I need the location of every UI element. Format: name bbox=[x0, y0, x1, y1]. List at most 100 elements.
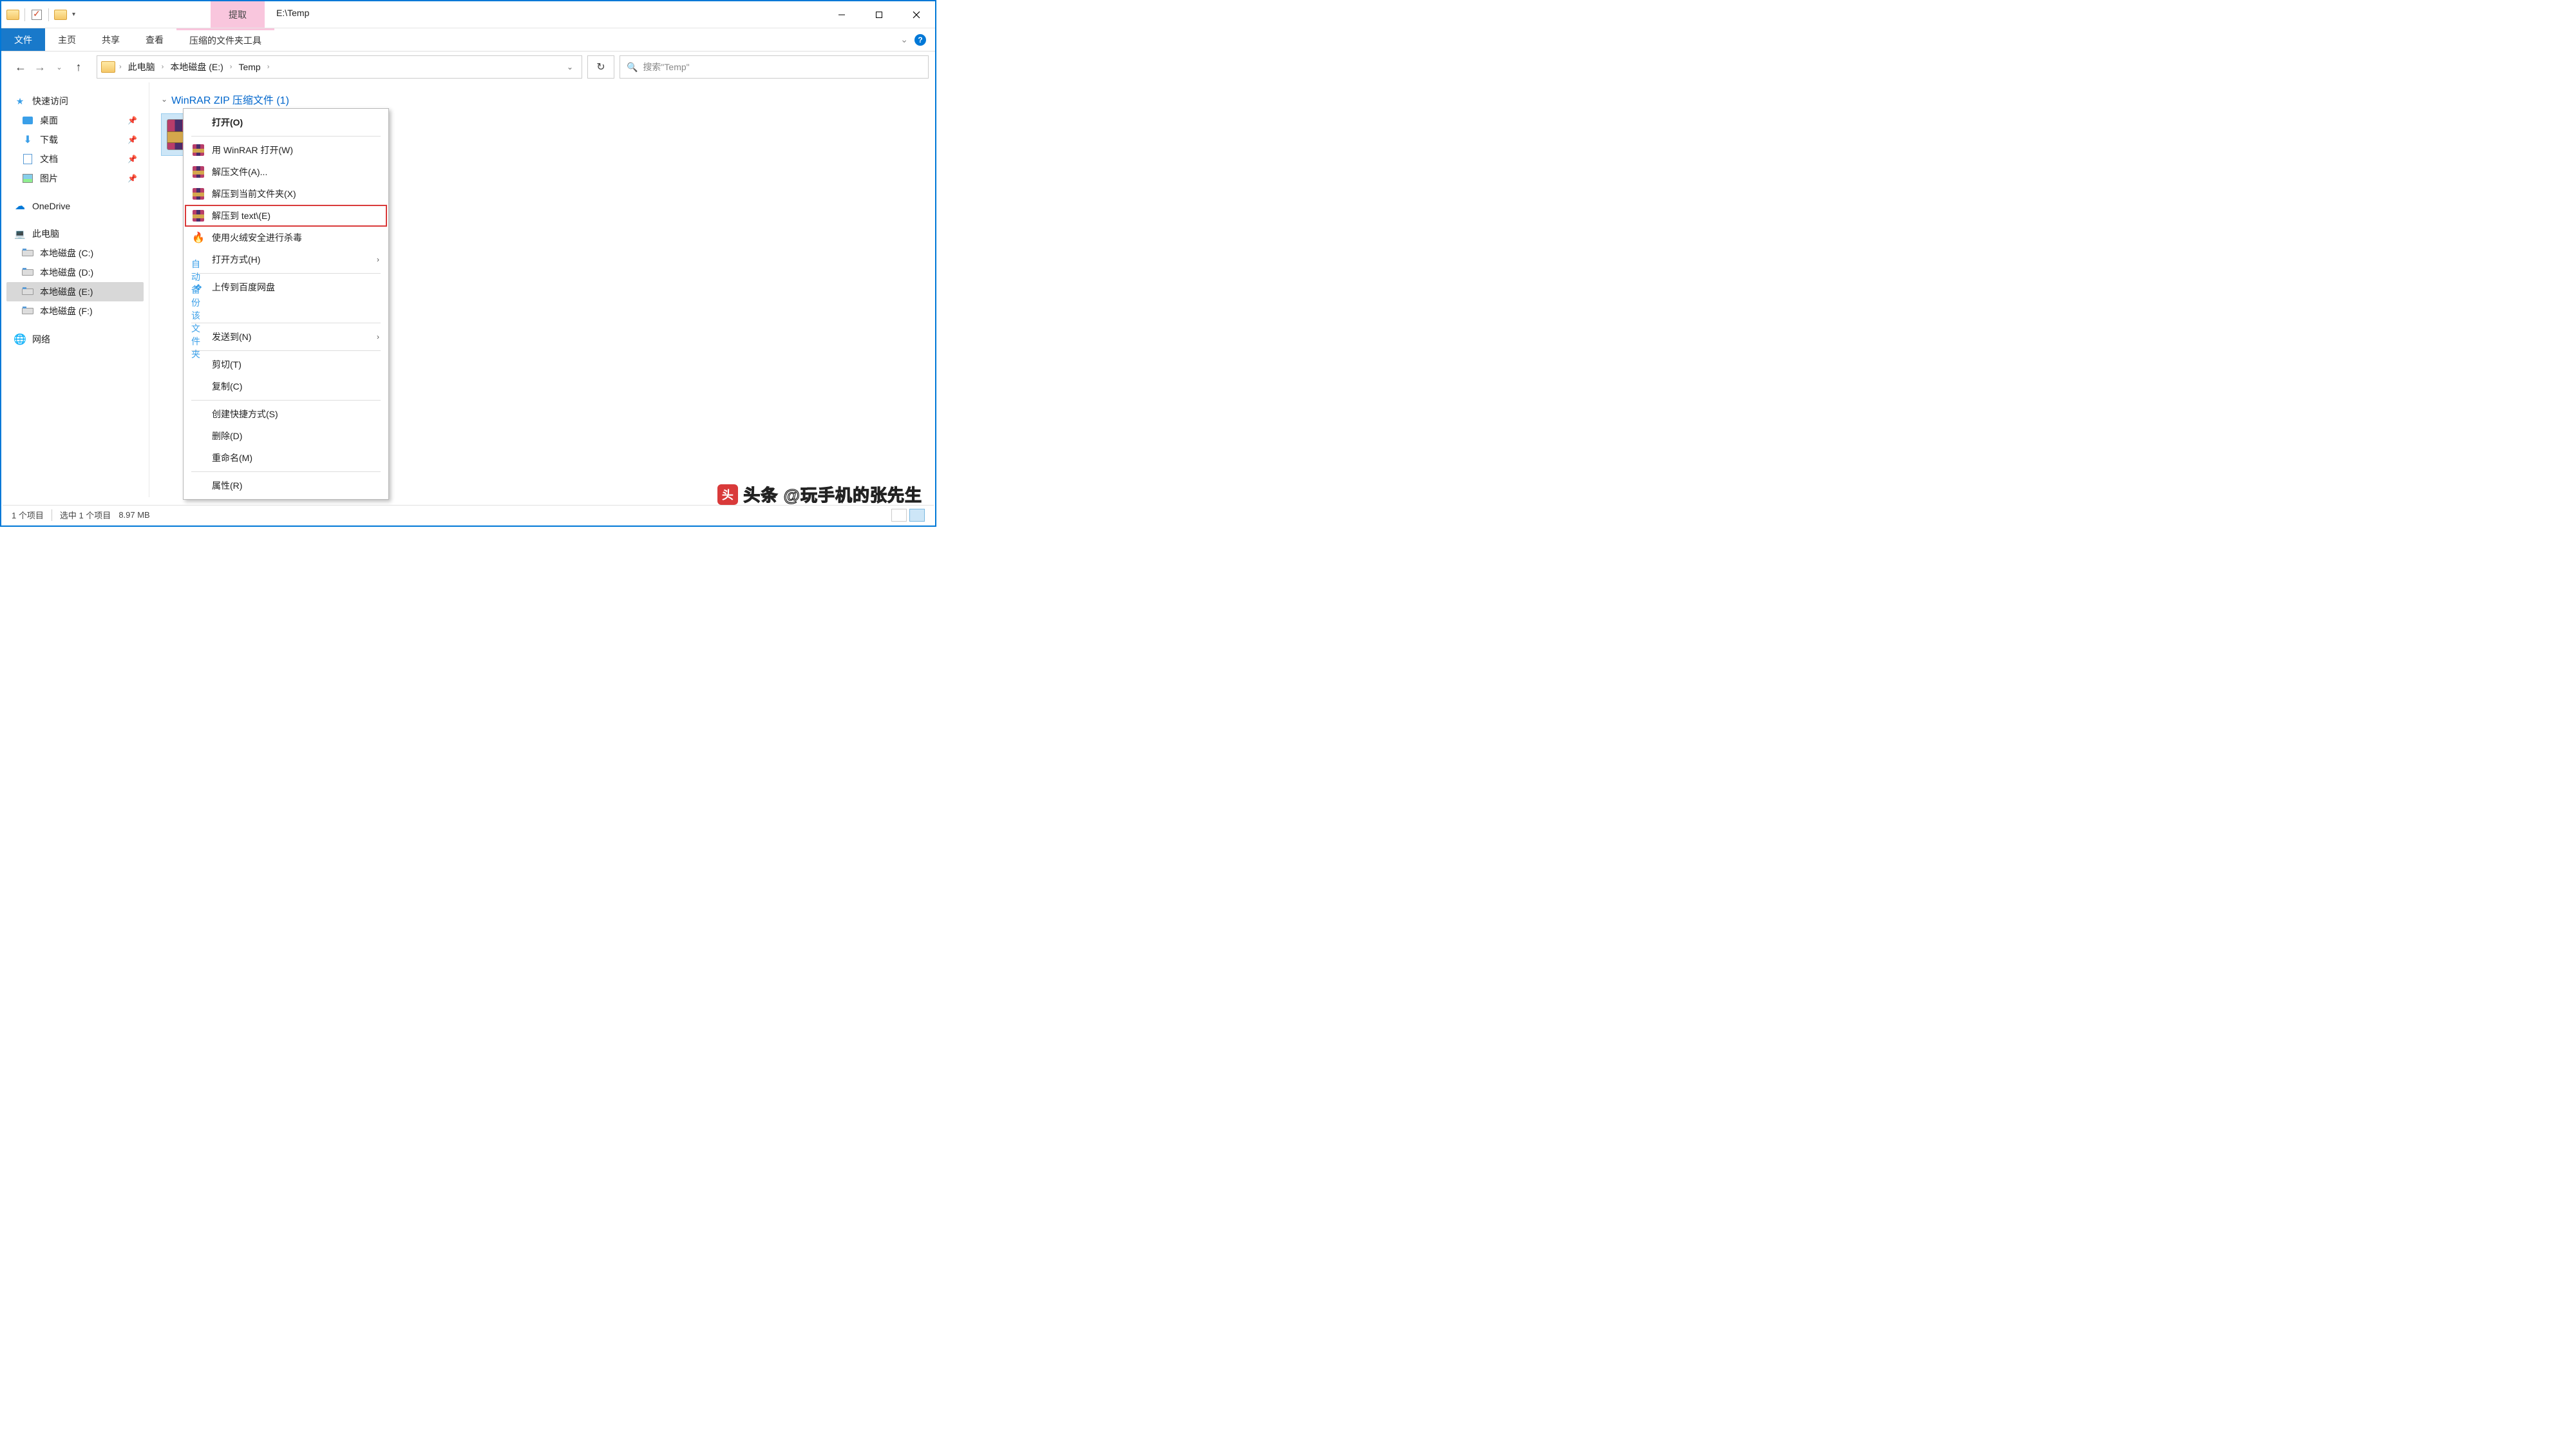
properties-checkbox-icon[interactable] bbox=[29, 7, 44, 23]
history-dropdown-icon[interactable]: ⌄ bbox=[52, 59, 67, 75]
context-menu: 打开(O) 用 WinRAR 打开(W) 解压文件(A)... 解压到当前文件夹… bbox=[183, 108, 389, 500]
sidebar-pictures[interactable]: 图片📌 bbox=[6, 169, 144, 188]
menu-upload-baidu[interactable]: ❖上传到百度网盘 bbox=[185, 276, 387, 298]
maximize-button[interactable] bbox=[860, 1, 898, 28]
menu-extract-files[interactable]: 解压文件(A)... bbox=[185, 161, 387, 183]
cloud-icon: ☁ bbox=[14, 200, 26, 212]
menu-label: 剪切(T) bbox=[212, 358, 242, 371]
help-icon[interactable]: ? bbox=[914, 34, 926, 46]
view-details-button[interactable] bbox=[891, 509, 907, 522]
sidebar-item-label: 网络 bbox=[32, 333, 50, 346]
sidebar-drive-e[interactable]: 本地磁盘 (E:) bbox=[6, 282, 144, 301]
document-icon bbox=[22, 153, 33, 165]
sidebar-onedrive[interactable]: ☁ OneDrive bbox=[6, 197, 144, 215]
separator bbox=[24, 8, 25, 21]
group-header-label: WinRAR ZIP 压缩文件 (1) bbox=[171, 91, 289, 107]
menu-huorong-scan[interactable]: 🔥使用火绒安全进行杀毒 bbox=[185, 227, 387, 249]
watermark-text: 头条 @玩手机的张先生 bbox=[743, 482, 922, 506]
sidebar-desktop[interactable]: 桌面📌 bbox=[6, 111, 144, 130]
menu-label: 创建快捷方式(S) bbox=[212, 408, 278, 421]
menu-label: 复制(C) bbox=[212, 380, 242, 393]
drive-icon bbox=[22, 286, 33, 298]
drive-icon bbox=[22, 247, 33, 259]
menu-rename[interactable]: 重命名(M) bbox=[185, 447, 387, 469]
navigation-pane: ★ 快速访问 桌面📌 ⬇下载📌 文档📌 图片📌 ☁ OneDrive 💻此电脑 本地… bbox=[1, 82, 149, 497]
back-button[interactable]: ← bbox=[13, 59, 28, 75]
view-large-icons-button[interactable] bbox=[909, 509, 925, 522]
chevron-right-icon[interactable]: › bbox=[119, 63, 122, 71]
close-button[interactable] bbox=[898, 1, 935, 28]
menu-label: 属性(R) bbox=[212, 479, 242, 492]
expand-ribbon-icon[interactable]: ⌄ bbox=[900, 34, 908, 45]
menu-delete[interactable]: 删除(D) bbox=[185, 425, 387, 447]
chevron-right-icon: › bbox=[377, 332, 379, 341]
menu-open-winrar[interactable]: 用 WinRAR 打开(W) bbox=[185, 139, 387, 161]
menu-label: 解压到 text\(E) bbox=[212, 209, 270, 222]
sidebar-downloads[interactable]: ⬇下载📌 bbox=[6, 130, 144, 149]
breadcrumb-drive[interactable]: 本地磁盘 (E:) bbox=[166, 58, 227, 76]
sidebar-network[interactable]: 🌐网络 bbox=[6, 330, 144, 349]
status-bar: 1 个项目 选中 1 个项目 8.97 MB bbox=[3, 505, 934, 524]
tab-share[interactable]: 共享 bbox=[89, 28, 133, 51]
chevron-down-icon: ⌄ bbox=[161, 95, 167, 104]
chevron-right-icon[interactable]: › bbox=[162, 63, 164, 71]
window-controls bbox=[823, 1, 935, 28]
sidebar-item-label: OneDrive bbox=[32, 201, 70, 211]
sidebar-quick-access[interactable]: ★ 快速访问 bbox=[6, 91, 144, 111]
refresh-button[interactable]: ↻ bbox=[587, 55, 614, 79]
qat-dropdown-icon[interactable]: ▾ bbox=[70, 11, 78, 18]
star-icon: ★ bbox=[14, 95, 26, 107]
breadcrumb-pc[interactable]: 此电脑 bbox=[124, 58, 159, 76]
chevron-right-icon[interactable]: › bbox=[230, 63, 232, 71]
forward-button[interactable]: → bbox=[32, 59, 48, 75]
sidebar-this-pc[interactable]: 💻此电脑 bbox=[6, 224, 144, 243]
content-pane: ⌄ WinRAR ZIP 压缩文件 (1) text.zip WinRAR ZI… bbox=[149, 82, 935, 497]
menu-label: 打开(O) bbox=[212, 116, 243, 129]
tab-file[interactable]: 文件 bbox=[1, 28, 45, 51]
status-selected: 选中 1 个项目 bbox=[60, 509, 111, 521]
breadcrumb-folder[interactable]: Temp bbox=[234, 59, 264, 75]
menu-properties[interactable]: 属性(R) bbox=[185, 475, 387, 497]
sidebar-item-label: 本地磁盘 (C:) bbox=[40, 247, 93, 260]
extract-contextual-tab[interactable]: 提取 bbox=[211, 1, 265, 28]
tab-home[interactable]: 主页 bbox=[45, 28, 89, 51]
chevron-right-icon[interactable]: › bbox=[267, 63, 270, 71]
menu-label: 用 WinRAR 打开(W) bbox=[212, 144, 293, 156]
sidebar-documents[interactable]: 文档📌 bbox=[6, 149, 144, 169]
winrar-icon bbox=[191, 187, 205, 201]
group-header[interactable]: ⌄ WinRAR ZIP 压缩文件 (1) bbox=[161, 91, 923, 107]
up-button[interactable]: ↑ bbox=[71, 59, 86, 75]
winrar-icon bbox=[191, 143, 205, 157]
sidebar-drive-f[interactable]: 本地磁盘 (F:) bbox=[6, 301, 144, 321]
drive-icon bbox=[22, 267, 33, 278]
address-bar[interactable]: › 此电脑 › 本地磁盘 (E:) › Temp › ⌄ bbox=[97, 55, 582, 79]
menu-auto-backup: 自动备份该文件夹 bbox=[185, 298, 387, 320]
sidebar-item-label: 快速访问 bbox=[32, 95, 68, 108]
menu-send-to[interactable]: 发送到(N) › bbox=[185, 326, 387, 348]
desktop-icon bbox=[22, 115, 33, 126]
status-item-count: 1 个项目 bbox=[12, 509, 44, 521]
menu-open[interactable]: 打开(O) bbox=[185, 111, 387, 133]
sidebar-drive-c[interactable]: 本地磁盘 (C:) bbox=[6, 243, 144, 263]
sidebar-drive-d[interactable]: 本地磁盘 (D:) bbox=[6, 263, 144, 282]
menu-cut[interactable]: 剪切(T) bbox=[185, 354, 387, 375]
tab-view[interactable]: 查看 bbox=[133, 28, 176, 51]
sidebar-item-label: 文档 bbox=[40, 153, 58, 166]
status-size: 8.97 MB bbox=[118, 510, 149, 520]
menu-label: 使用火绒安全进行杀毒 bbox=[212, 231, 302, 244]
address-dropdown-icon[interactable]: ⌄ bbox=[561, 62, 579, 71]
minimize-button[interactable] bbox=[823, 1, 860, 28]
menu-extract-here[interactable]: 解压到当前文件夹(X) bbox=[185, 183, 387, 205]
menu-copy[interactable]: 复制(C) bbox=[185, 375, 387, 397]
download-icon: ⬇ bbox=[22, 134, 33, 146]
separator bbox=[191, 273, 381, 274]
sidebar-item-label: 本地磁盘 (E:) bbox=[40, 285, 93, 298]
menu-label: 上传到百度网盘 bbox=[212, 281, 275, 294]
search-input[interactable]: 🔍 搜索"Temp" bbox=[620, 55, 929, 79]
menu-create-shortcut[interactable]: 创建快捷方式(S) bbox=[185, 403, 387, 425]
menu-extract-to[interactable]: 解压到 text\(E) bbox=[185, 205, 387, 227]
menu-label: 发送到(N) bbox=[212, 330, 251, 343]
tab-compressed-tools[interactable]: 压缩的文件夹工具 bbox=[176, 28, 274, 51]
baidu-cloud-icon: 自动备份该文件夹 bbox=[191, 302, 205, 316]
menu-open-with[interactable]: 打开方式(H)› bbox=[185, 249, 387, 270]
